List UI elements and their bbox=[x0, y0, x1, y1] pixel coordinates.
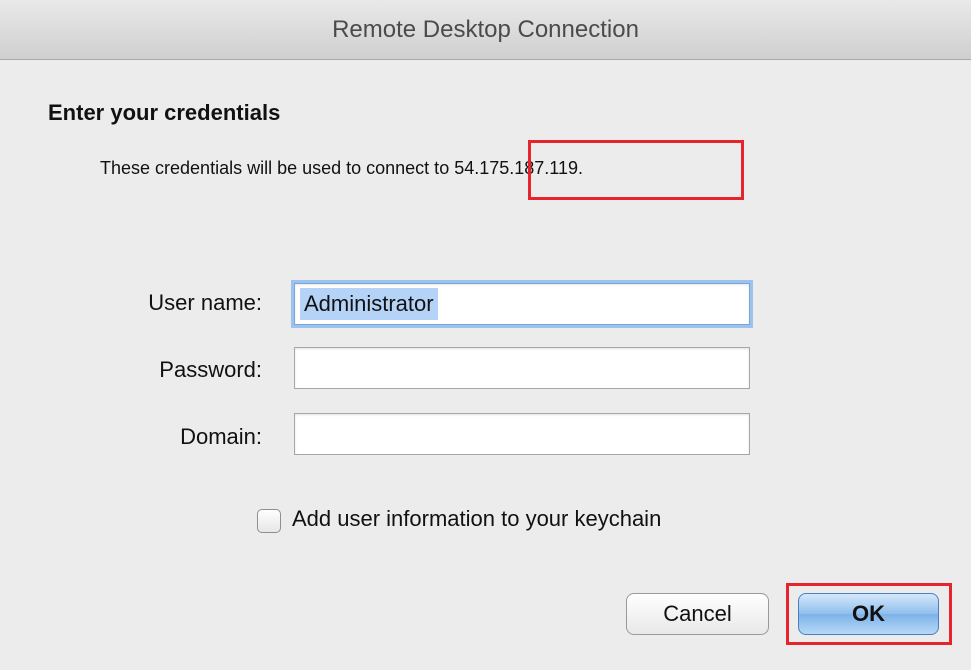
password-field[interactable] bbox=[294, 347, 750, 389]
keychain-checkbox-label[interactable]: Add user information to your keychain bbox=[292, 506, 661, 532]
username-label: User name: bbox=[148, 290, 262, 315]
description-prefix: These credentials will be used to connec… bbox=[100, 158, 455, 178]
dialog-description: These credentials will be used to connec… bbox=[100, 158, 583, 179]
domain-label: Domain: bbox=[180, 424, 262, 449]
cancel-button[interactable]: Cancel bbox=[626, 593, 769, 635]
domain-field[interactable] bbox=[294, 413, 750, 455]
remote-desktop-dialog: Remote Desktop Connection Enter your cre… bbox=[0, 0, 971, 670]
window-title: Remote Desktop Connection bbox=[0, 0, 971, 60]
keychain-checkbox[interactable] bbox=[257, 509, 281, 533]
password-label: Password: bbox=[159, 357, 262, 382]
host-highlight-box bbox=[528, 140, 744, 200]
username-selected-text: Administrator bbox=[300, 288, 438, 320]
ok-highlight-box bbox=[786, 583, 952, 645]
dialog-heading: Enter your credentials bbox=[48, 100, 281, 125]
